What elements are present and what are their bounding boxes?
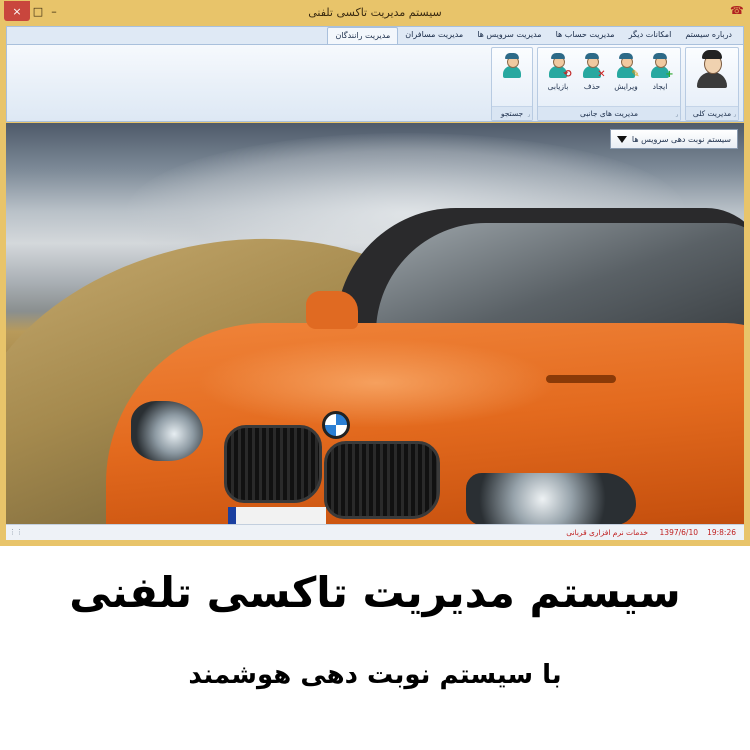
background-image: سیستم نوبت دهی سرویس ها	[6, 123, 744, 524]
dropdown-selected-value: سیستم نوبت دهی سرویس ها	[631, 134, 731, 144]
banner-subheadline: با سیستم نوبت دهی هوشمند	[188, 660, 562, 690]
resize-grip-icon[interactable]: ⋮⋮	[9, 528, 23, 536]
delete-button[interactable]: ✕ حذف	[576, 51, 608, 101]
create-label: ایجاد	[652, 82, 668, 91]
dropdown-arrow-icon	[617, 135, 627, 143]
search-button[interactable]	[496, 51, 528, 101]
group-general-management: مدیریت کلی ⌟	[685, 47, 739, 121]
ribbon: مدیریت رانندگان مدیریت مسافران مدیریت سر…	[6, 26, 744, 122]
restore-button[interactable]: ⟲ بازیابی	[542, 51, 574, 101]
group-substitute-management: + ایجاد ✎ ویرایش ✕ حذف ⟲ بازیابی مدیریت …	[537, 47, 681, 121]
group-label-general: مدیریت کلی	[686, 106, 738, 120]
driver-general-button[interactable]	[691, 50, 733, 106]
create-button[interactable]: + ایجاد	[644, 51, 676, 101]
group-search: جستجو ⌟	[491, 47, 533, 121]
delete-driver-icon: ✕	[579, 53, 606, 80]
phone-icon: ☎	[730, 4, 744, 17]
window-title: سیستم مدیریت تاکسی تلفنی	[308, 6, 442, 19]
app-window: × □ – سیستم مدیریت تاکسی تلفنی ☎ مدیریت …	[0, 0, 750, 546]
title-bar[interactable]: × □ – سیستم مدیریت تاکسی تلفنی ☎	[0, 0, 750, 26]
ribbon-panel: مدیریت کلی ⌟ + ایجاد ✎ ویرایش ✕ حذف ⟲ با…	[7, 44, 743, 121]
delete-label: حذف	[583, 82, 601, 91]
dialog-launcher-icon[interactable]: ⌟	[527, 111, 530, 118]
tab-accounts[interactable]: مدیریت حساب ها	[549, 27, 622, 44]
restore-label: بازیابی	[547, 82, 569, 91]
add-driver-icon: +	[647, 53, 674, 80]
car-logo-icon	[322, 411, 350, 439]
status-date: 1397/6/10	[659, 528, 698, 537]
restore-driver-icon: ⟲	[545, 53, 572, 80]
tab-passengers[interactable]: مدیریت مسافران	[398, 27, 470, 44]
edit-driver-icon: ✎	[613, 53, 640, 80]
dialog-launcher-icon[interactable]: ⌟	[733, 111, 736, 118]
status-bar: 19:8:26 1397/6/10 خدمات نرم افزاری قربان…	[6, 524, 744, 540]
tab-about[interactable]: درباره سیستم	[678, 27, 739, 44]
edit-label: ویرایش	[614, 82, 638, 91]
tab-drivers[interactable]: مدیریت رانندگان	[327, 27, 399, 45]
status-time: 19:8:26	[707, 528, 736, 537]
driver-icon	[693, 50, 731, 88]
group-label-substitute: مدیریت های جانبی	[538, 106, 680, 120]
banner-headline: سیستم مدیریت تاکسی تلفنی	[69, 568, 681, 617]
ribbon-tabs: مدیریت رانندگان مدیریت مسافران مدیریت سر…	[327, 27, 739, 45]
tab-other-features[interactable]: امکانات دیگر	[622, 27, 679, 44]
search-driver-icon	[499, 53, 525, 79]
status-company: خدمات نرم افزاری قربانی	[566, 528, 648, 537]
group-label-search: جستجو	[492, 106, 532, 120]
edit-button[interactable]: ✎ ویرایش	[610, 51, 642, 101]
tab-services[interactable]: مدیریت سرویس ها	[470, 27, 548, 44]
service-scheduling-dropdown[interactable]: سیستم نوبت دهی سرویس ها	[610, 129, 738, 149]
dialog-launcher-icon[interactable]: ⌟	[675, 111, 678, 118]
